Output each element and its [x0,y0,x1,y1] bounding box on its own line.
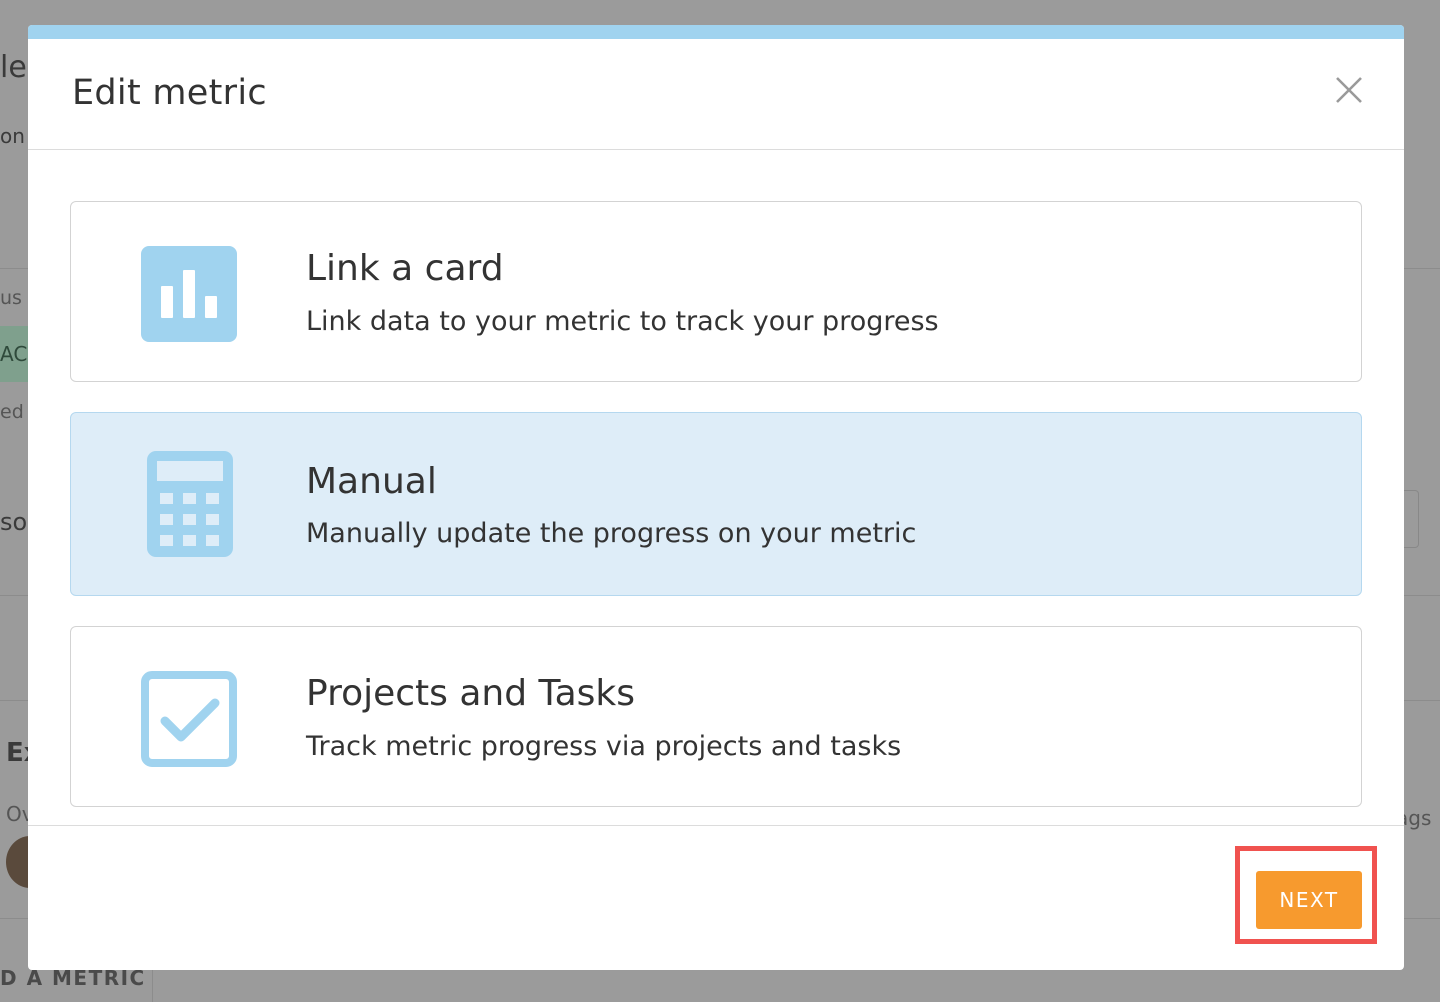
bg-divider [0,268,28,269]
option-link-a-card[interactable]: Link a card Link data to your metric to … [70,201,1362,382]
bg-status-badge: AC [0,326,28,382]
modal-header: Edit metric [28,39,1404,150]
option-manual[interactable]: Manual Manually update the progress on y… [70,412,1362,596]
bg-input [1404,490,1419,548]
modal-title: Edit metric [72,73,267,113]
edit-metric-modal: Edit metric Link a card Link data to you… [28,25,1404,970]
option-title: Link a card [306,248,504,289]
bg-fragment: ed [0,401,24,423]
calculator-icon [147,451,233,557]
bg-divider [152,968,153,1002]
modal-footer: NEXT [28,825,1404,970]
bg-divider [1404,918,1440,919]
bg-fragment: us [0,287,22,309]
option-projects-and-tasks[interactable]: Projects and Tasks Track metric progress… [70,626,1362,807]
bg-divider [1404,595,1440,596]
next-button[interactable]: NEXT [1256,871,1362,929]
bg-divider [0,700,28,701]
modal-accent-bar [28,25,1404,39]
option-description: Link data to your metric to track your p… [306,306,939,337]
option-title: Projects and Tasks [306,673,635,714]
close-icon[interactable] [1334,75,1364,105]
bar-chart-icon [141,246,237,342]
bg-divider [0,595,28,596]
option-description: Manually update the progress on your met… [306,518,917,549]
option-description: Track metric progress via projects and t… [306,731,902,762]
metric-type-options: Link a card Link data to your metric to … [70,201,1362,837]
bg-divider [0,918,28,919]
next-button-highlight: NEXT [1235,846,1377,944]
bg-fragment: so [0,508,28,536]
option-title: Manual [306,461,437,502]
bg-fragment: on [0,124,25,148]
bg-divider [1404,268,1440,269]
bg-fragment: le [0,50,27,85]
checkbox-icon [141,671,237,767]
bg-divider [1404,700,1440,701]
